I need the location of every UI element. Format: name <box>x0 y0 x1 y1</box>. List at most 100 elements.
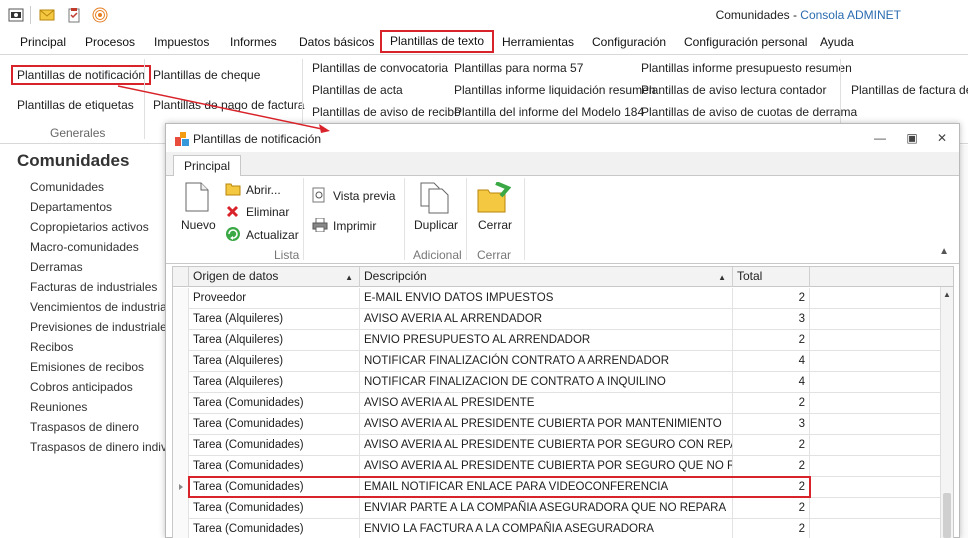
abrir-label: Abrir... <box>246 183 281 197</box>
nav-item-traspasos-dinero[interactable]: Traspasos de dinero <box>30 420 139 434</box>
table-row[interactable]: Tarea (Alquileres) ENVIO PRESUPUESTO AL A… <box>173 330 943 351</box>
table-row[interactable]: Tarea (Comunidades) EMAIL NOTIFICAR ENLAC… <box>173 477 943 498</box>
cell-descripcion: NOTIFICAR FINALIZACIÓN CONTRATO A ARREND… <box>360 351 733 372</box>
app-title: Comunidades - Consola ADMINET <box>715 8 901 22</box>
nav-title: Comunidades <box>17 151 130 170</box>
table-row[interactable]: Proveedor E-MAIL ENVIO DATOS IMPUESTOS 2 <box>173 288 943 309</box>
plantillas-presupuesto-button[interactable]: Plantillas informe presupuesto resumen <box>641 61 852 75</box>
row-indicator <box>173 414 189 435</box>
nav-item-derramas[interactable]: Derramas <box>30 260 83 274</box>
new-document-icon <box>185 182 209 212</box>
plantillas-pago-factura-button[interactable]: Plantillas de pago de factura <box>153 98 304 112</box>
cell-origen: Tarea (Comunidades) <box>189 414 360 435</box>
eliminar-button[interactable]: Eliminar <box>225 203 295 221</box>
plantillas-notificacion-button[interactable]: Plantillas de notificación <box>11 65 152 85</box>
table-row[interactable]: Tarea (Alquileres) NOTIFICAR FINALIZACIÓN… <box>173 351 943 372</box>
nav-item-cobros-anticipados[interactable]: Cobros anticipados <box>30 380 133 394</box>
cell-total: 2 <box>733 498 810 519</box>
mail-icon[interactable] <box>39 7 55 23</box>
table-row[interactable]: Tarea (Alquileres) AVISO AVERIA AL ARREND… <box>173 309 943 330</box>
notification-templates-dialog: Plantillas de notificación — ▣ ✕ Princip… <box>165 123 960 538</box>
menu-tab-impuestos[interactable]: Impuestos <box>154 34 209 54</box>
dialog-ribbon-separator <box>524 178 525 260</box>
column-header-total[interactable]: Total <box>733 267 810 287</box>
menu-tab-datos-basicos[interactable]: Datos básicos <box>299 34 374 54</box>
cell-descripcion: EMAIL NOTIFICAR ENLACE PARA VIDEOCONFERE… <box>360 477 733 498</box>
menu-tab-configuracion[interactable]: Configuración <box>592 34 666 54</box>
plantillas-acta-button[interactable]: Plantillas de acta <box>312 83 403 97</box>
nav-item-reuniones[interactable]: Reuniones <box>30 400 87 414</box>
preview-icon <box>312 187 325 203</box>
delete-icon <box>226 205 239 218</box>
nav-item-facturas-industriales[interactable]: Facturas de industriales <box>30 280 157 294</box>
nav-item-comunidades[interactable]: Comunidades <box>30 180 104 194</box>
duplicar-button[interactable]: Duplicar <box>411 180 461 240</box>
app-icon[interactable] <box>8 7 24 23</box>
close-icon[interactable]: ✕ <box>933 130 951 146</box>
tasks-icon[interactable] <box>66 7 82 23</box>
plantillas-cheque-button[interactable]: Plantillas de cheque <box>153 68 260 82</box>
table-row[interactable]: Tarea (Comunidades) AVISO AVERIA AL PRESI… <box>173 456 943 477</box>
nav-item-recibos[interactable]: Recibos <box>30 340 73 354</box>
menu-tab-ayuda[interactable]: Ayuda <box>820 34 854 54</box>
plantillas-factura-button[interactable]: Plantillas de factura del a <box>851 83 968 97</box>
nav-item-previsiones-industriales[interactable]: Previsiones de industriales <box>30 320 173 334</box>
menu-tab-principal[interactable]: Principal <box>20 34 66 54</box>
nav-item-copropietarios[interactable]: Copropietarios activos <box>30 220 149 234</box>
plantilla-modelo184-button[interactable]: Plantilla del informe del Modelo 184 <box>454 105 644 119</box>
vista-previa-button[interactable]: Vista previa <box>312 187 397 205</box>
cell-origen: Tarea (Alquileres) <box>189 351 360 372</box>
plantillas-aviso-derrama-button[interactable]: Plantillas de aviso de cuotas de derrama <box>641 105 857 119</box>
minimize-icon[interactable]: — <box>871 130 889 146</box>
cell-origen: Tarea (Alquileres) <box>189 330 360 351</box>
column-header-descripcion[interactable]: Descripción ▲ <box>360 267 733 287</box>
menu-tab-plantillas-de-texto[interactable]: Plantillas de texto <box>380 30 495 53</box>
nav-item-vencimientos-industriales[interactable]: Vencimientos de industriales <box>30 300 182 314</box>
menu-tab-herramientas[interactable]: Herramientas <box>502 34 574 54</box>
vertical-scrollbar[interactable]: ▲ <box>940 287 953 538</box>
nav-item-traspasos-individuales[interactable]: Traspasos de dinero individu <box>30 440 183 454</box>
plantillas-aviso-recibo-button[interactable]: Plantillas de aviso de recibo <box>312 105 461 119</box>
table-row[interactable]: Tarea (Comunidades) ENVIAR PARTE A LA COM… <box>173 498 943 519</box>
scroll-thumb[interactable] <box>943 493 951 538</box>
row-indicator <box>173 456 189 477</box>
actualizar-button[interactable]: Actualizar <box>225 225 305 243</box>
menu-tab-informes[interactable]: Informes <box>230 34 277 54</box>
tab-principal[interactable]: Principal <box>173 155 242 177</box>
plantillas-norma57-button[interactable]: Plantillas para norma 57 <box>454 61 583 75</box>
row-indicator <box>173 309 189 330</box>
table-row[interactable]: Tarea (Comunidades) AVISO AVERIA AL PRESI… <box>173 414 943 435</box>
plantillas-aviso-lectura-button[interactable]: Plantillas de aviso lectura contador <box>641 83 826 97</box>
row-indicator <box>173 372 189 393</box>
restore-icon[interactable]: ▣ <box>903 130 921 146</box>
group-label-generales: Generales <box>50 126 106 140</box>
imprimir-button[interactable]: Imprimir <box>312 217 392 235</box>
plantillas-etiquetas-button[interactable]: Plantillas de etiquetas <box>17 98 134 112</box>
nuevo-button[interactable]: Nuevo <box>176 180 216 240</box>
plantillas-convocatoria-button[interactable]: Plantillas de convocatoria <box>312 61 448 75</box>
table-row[interactable]: Tarea (Comunidades) AVISO AVERIA AL PRESI… <box>173 393 943 414</box>
cerrar-button[interactable]: Cerrar <box>473 180 523 240</box>
nav-item-departamentos[interactable]: Departamentos <box>30 200 112 214</box>
scroll-up-icon[interactable]: ▲ <box>943 290 951 299</box>
table-row[interactable]: Tarea (Comunidades) AVISO AVERIA AL PRESI… <box>173 435 943 456</box>
actualizar-label: Actualizar <box>246 228 299 242</box>
menu-tab-procesos[interactable]: Procesos <box>85 34 135 54</box>
abrir-button[interactable]: Abrir... <box>225 181 295 199</box>
collapse-ribbon-icon[interactable]: ▲ <box>939 246 949 257</box>
nuevo-label: Nuevo <box>181 218 216 232</box>
row-indicator <box>173 477 189 498</box>
cell-descripcion: NOTIFICAR FINALIZACION DE CONTRATO A INQ… <box>360 372 733 393</box>
column-header-origen[interactable]: Origen de datos ▲ <box>189 267 360 287</box>
table-row[interactable]: Tarea (Alquileres) NOTIFICAR FINALIZACION… <box>173 372 943 393</box>
cell-total: 2 <box>733 519 810 538</box>
menu-tab-configuracion-personal[interactable]: Configuración personal <box>684 34 807 54</box>
duplicar-label: Duplicar <box>414 218 459 232</box>
templates-icon <box>175 132 189 146</box>
sort-asc-icon: ▲ <box>345 273 353 282</box>
table-row[interactable]: Tarea (Comunidades) ENVIO LA FACTURA A LA… <box>173 519 943 538</box>
broadcast-icon[interactable] <box>92 7 108 23</box>
nav-item-emisiones-recibos[interactable]: Emisiones de recibos <box>30 360 144 374</box>
plantillas-informe-liquidacion-button[interactable]: Plantillas informe liquidación resumen <box>454 83 655 97</box>
nav-item-macro-comunidades[interactable]: Macro-comunidades <box>30 240 139 254</box>
